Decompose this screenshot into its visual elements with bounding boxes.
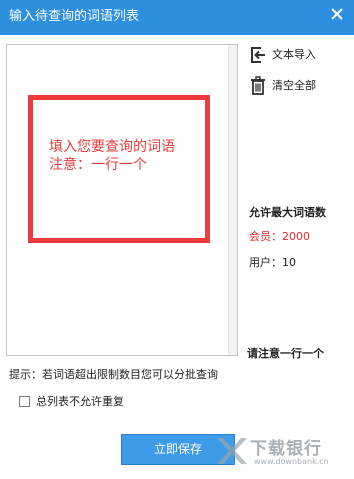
watermark: 下载银行 www.downbank.cn [214,432,354,472]
hint-box: 填入您要查询的词语 注意：一行一个 [28,95,210,243]
one-per-line-note: 请注意一行一个 [247,347,324,360]
watermark-url: www.downbank.cn [254,457,329,466]
limit-member: 会员：2000 [249,230,310,243]
clear-label: 清空全部 [272,79,316,92]
hint-line-1: 填入您要查询的词语 [49,139,175,155]
import-label: 文本导入 [272,48,316,61]
save-now-button[interactable]: 立即保存 [121,434,235,465]
batch-tip: 提示：若词语超出限制数目您可以分批查询 [9,368,218,381]
watermark-text: 下载银行 [250,439,322,459]
scrollbar[interactable] [228,45,237,355]
window-title: 输入待查询的词语列表 [9,9,140,24]
title-bar: 输入待查询的词语列表 [0,0,354,35]
limit-title: 允许最大词语数 [249,206,326,219]
no-duplicates-label: 总列表不允许重复 [36,395,124,408]
close-icon [331,8,343,20]
limit-user: 用户：10 [249,256,296,269]
hint-line-2: 注意：一行一个 [49,157,147,173]
import-icon [251,47,265,63]
close-button[interactable] [328,5,346,23]
no-duplicates-checkbox[interactable] [19,396,30,407]
trash-icon [251,76,265,95]
